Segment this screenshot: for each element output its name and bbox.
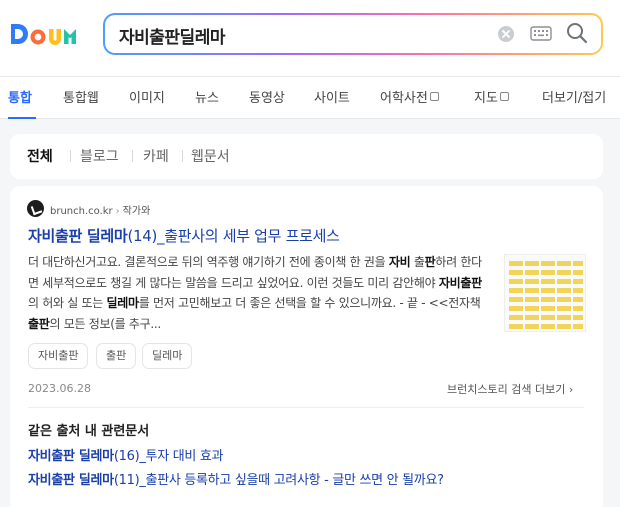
snippet-text: 의 허와 실 또는 bbox=[28, 296, 107, 310]
filter-blog[interactable]: 블로그 bbox=[80, 146, 119, 166]
search-box: 자비출판딜레마 bbox=[103, 13, 603, 55]
result-date: 2023.06.28 bbox=[28, 382, 91, 395]
tab-map[interactable]: 지도 bbox=[474, 87, 509, 106]
source-author: 작가와 bbox=[122, 206, 151, 217]
daum-logo[interactable] bbox=[8, 18, 88, 50]
tab-dictionary-label: 어학사전 bbox=[380, 91, 428, 106]
divider bbox=[28, 407, 584, 408]
more-results-label: 브런치스토리 검색 더보기 bbox=[447, 383, 566, 396]
snippet-text: 의 모든 정보(를 추구... bbox=[49, 316, 161, 331]
snippet-highlight: 출판 bbox=[28, 316, 50, 331]
snippet-text: 출 bbox=[410, 255, 425, 269]
chevron-right-icon: › bbox=[115, 206, 120, 217]
tag-chip[interactable]: 출판 bbox=[96, 343, 137, 369]
snippet-highlight: 딜레마 bbox=[106, 296, 140, 310]
filter-separator bbox=[70, 150, 71, 162]
result-thumbnail[interactable] bbox=[504, 254, 586, 332]
result-source[interactable]: brunch.co.kr › 작가와 bbox=[50, 202, 150, 217]
filter-webdocs[interactable]: 웹문서 bbox=[191, 146, 230, 166]
snippet-text: 를 먼저 고민해보고 더 좋은 선택을 할 수 있으니까요. - 끝 - <<전… bbox=[138, 296, 481, 310]
result-title-strong: 자비출판 딜레마 bbox=[28, 227, 128, 245]
tab-integrated-web[interactable]: 통합웹 bbox=[63, 87, 99, 106]
filter-separator bbox=[132, 150, 133, 162]
brunch-favicon-icon bbox=[27, 200, 44, 217]
tab-more-toggle[interactable]: 더보기/접기 bbox=[542, 87, 606, 106]
external-link-icon bbox=[499, 92, 509, 101]
chevron-right-icon: › bbox=[568, 383, 574, 396]
tag-chip[interactable]: 자비출판 bbox=[28, 343, 89, 369]
filter-all[interactable]: 전체 bbox=[27, 146, 53, 166]
related-doc-rest: (16)_투자 대비 효과 bbox=[113, 449, 224, 464]
related-docs-heading: 같은 출처 내 관련문서 bbox=[28, 424, 150, 439]
related-doc-strong: 자비출판 딜레마 bbox=[28, 473, 114, 488]
search-result: brunch.co.kr › 작가와 자비출판 딜레마(14)_출판사의 세부 업무… bbox=[10, 186, 603, 507]
snippet-highlight: 판 bbox=[424, 255, 436, 269]
search-query[interactable]: 자비출판딜레마 bbox=[119, 23, 225, 48]
header: 자비출판딜레마 bbox=[0, 0, 620, 76]
snippet-highlight: 자비출판 bbox=[438, 275, 482, 290]
search-icon[interactable] bbox=[565, 21, 589, 45]
related-doc-strong: 자비출판 딜레마 bbox=[28, 449, 114, 464]
active-tab-indicator bbox=[8, 117, 36, 119]
tab-sites[interactable]: 사이트 bbox=[314, 87, 350, 106]
tab-dictionary[interactable]: 어학사전 bbox=[380, 87, 439, 106]
related-doc-link[interactable]: 자비출판 딜레마(11)_출판사 등록하고 싶을때 고려사항 - 글만 쓰면 안… bbox=[28, 469, 444, 488]
search-input[interactable]: 자비출판딜레마 bbox=[105, 15, 601, 53]
snippet-text: 더 대단하신거고요. 결론적으로 뒤의 역주행 얘기하기 전에 종이책 한 권을 bbox=[28, 255, 389, 269]
tab-integrated[interactable]: 통합 bbox=[8, 87, 32, 106]
related-doc-rest: (11)_출판사 등록하고 싶을때 고려사항 - 글만 쓰면 안 될까요? bbox=[113, 473, 444, 488]
tab-images[interactable]: 이미지 bbox=[129, 87, 165, 106]
clear-icon[interactable] bbox=[498, 26, 514, 42]
filter-tabs: 전체 블로그 카페 웹문서 bbox=[10, 134, 603, 179]
filter-separator bbox=[182, 150, 183, 162]
tab-video[interactable]: 동영상 bbox=[249, 87, 285, 106]
tag-chip[interactable]: 딜레마 bbox=[142, 343, 193, 369]
vertical-tabs: 통합 통합웹 이미지 뉴스 동영상 사이트 어학사전 지도 더보기/접기 bbox=[0, 76, 620, 119]
tab-map-label: 지도 bbox=[474, 91, 498, 106]
result-title-link[interactable]: 자비출판 딜레마(14)_출판사의 세부 업무 프로세스 bbox=[28, 225, 340, 246]
snippet-highlight: 자비 bbox=[388, 255, 411, 269]
filter-cafe[interactable]: 카페 bbox=[143, 146, 169, 166]
more-results-link[interactable]: 브런치스토리 검색 더보기 › bbox=[447, 381, 573, 397]
keyboard-icon[interactable] bbox=[530, 25, 552, 42]
tab-news[interactable]: 뉴스 bbox=[195, 87, 219, 106]
result-snippet: 더 대단하신거고요. 결론적으로 뒤의 역주행 얘기하기 전에 종이책 한 권을… bbox=[28, 252, 488, 334]
source-domain: brunch.co.kr bbox=[50, 206, 113, 217]
external-link-icon bbox=[429, 92, 439, 101]
related-doc-link[interactable]: 자비출판 딜레마(16)_투자 대비 효과 bbox=[28, 445, 223, 464]
result-title-rest: (14)_출판사의 세부 업무 프로세스 bbox=[127, 227, 340, 245]
